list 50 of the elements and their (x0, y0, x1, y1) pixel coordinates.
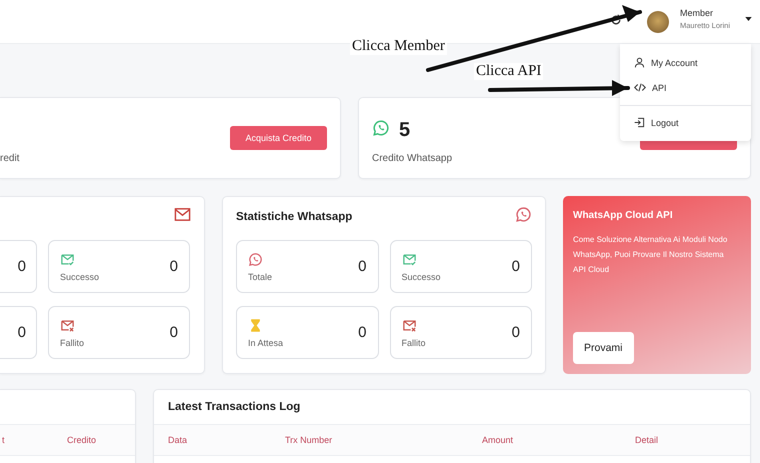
card-title: Latest Transactions Log (168, 401, 300, 413)
refresh-icon[interactable] (610, 14, 622, 26)
mail-check-icon (60, 252, 75, 266)
stat-label: Successo (60, 272, 100, 282)
stat-value: 0 (512, 258, 520, 275)
column-header: Credito (67, 435, 98, 445)
column-header: t (2, 435, 6, 445)
try-button[interactable]: Provami (573, 332, 634, 364)
column-header: Data (168, 435, 188, 445)
credit-label: redit (0, 152, 20, 164)
credit-label: Credito Whatsapp (372, 152, 452, 164)
stat-value: 0 (18, 324, 26, 341)
stat-label: Fallito (402, 338, 426, 348)
stat-label: Totale (248, 272, 272, 282)
column-header: Amount (482, 435, 514, 445)
stat-label: Fallito (60, 338, 84, 348)
column-header: Trx Number (285, 435, 334, 445)
stat-value: 0 (358, 258, 366, 275)
code-icon (634, 83, 646, 92)
menu-item[interactable]: API (620, 75, 751, 100)
promo-text: Come Soluzione Alternativa Ai Moduli Nodo WhatsApp, Puoi Provare Il Nostro Sistema API Cloud (573, 234, 728, 276)
caret-icon[interactable] (745, 16, 752, 20)
stat-value: 0 (170, 258, 178, 275)
mail-x-icon (402, 318, 416, 332)
annotation-label: Clicca API (474, 63, 544, 80)
logout-icon (634, 117, 645, 128)
whatsapp-icon (248, 252, 263, 266)
column-header: Detail (635, 435, 660, 445)
buy-credit-button[interactable]: Acquista Credito (230, 126, 327, 150)
menu-item[interactable]: My Account (620, 50, 751, 75)
annotation-label: Clicca Member (350, 38, 447, 55)
stat-value: 0 (358, 324, 366, 341)
whatsapp-icon (515, 206, 532, 223)
stat-label: In Attesa (248, 338, 284, 348)
stat-value: 0 (18, 258, 26, 275)
mail-x-icon (60, 318, 75, 332)
user-icon (634, 57, 645, 68)
menu-item[interactable]: Logout (620, 110, 751, 135)
hourglass-icon (248, 318, 263, 332)
user-role: Member (680, 8, 714, 18)
mail-check-icon (402, 252, 416, 266)
mail-icon (174, 206, 191, 223)
stat-value: 0 (170, 324, 178, 341)
card-title: Statistiche Whatsapp (236, 211, 352, 223)
credit-value: 5 (399, 119, 410, 142)
whatsapp-icon (372, 118, 390, 136)
stat-value: 0 (512, 324, 520, 341)
stat-label: Successo (402, 272, 441, 282)
promo-title: WhatsApp Cloud API (573, 210, 674, 221)
avatar[interactable] (647, 10, 669, 32)
